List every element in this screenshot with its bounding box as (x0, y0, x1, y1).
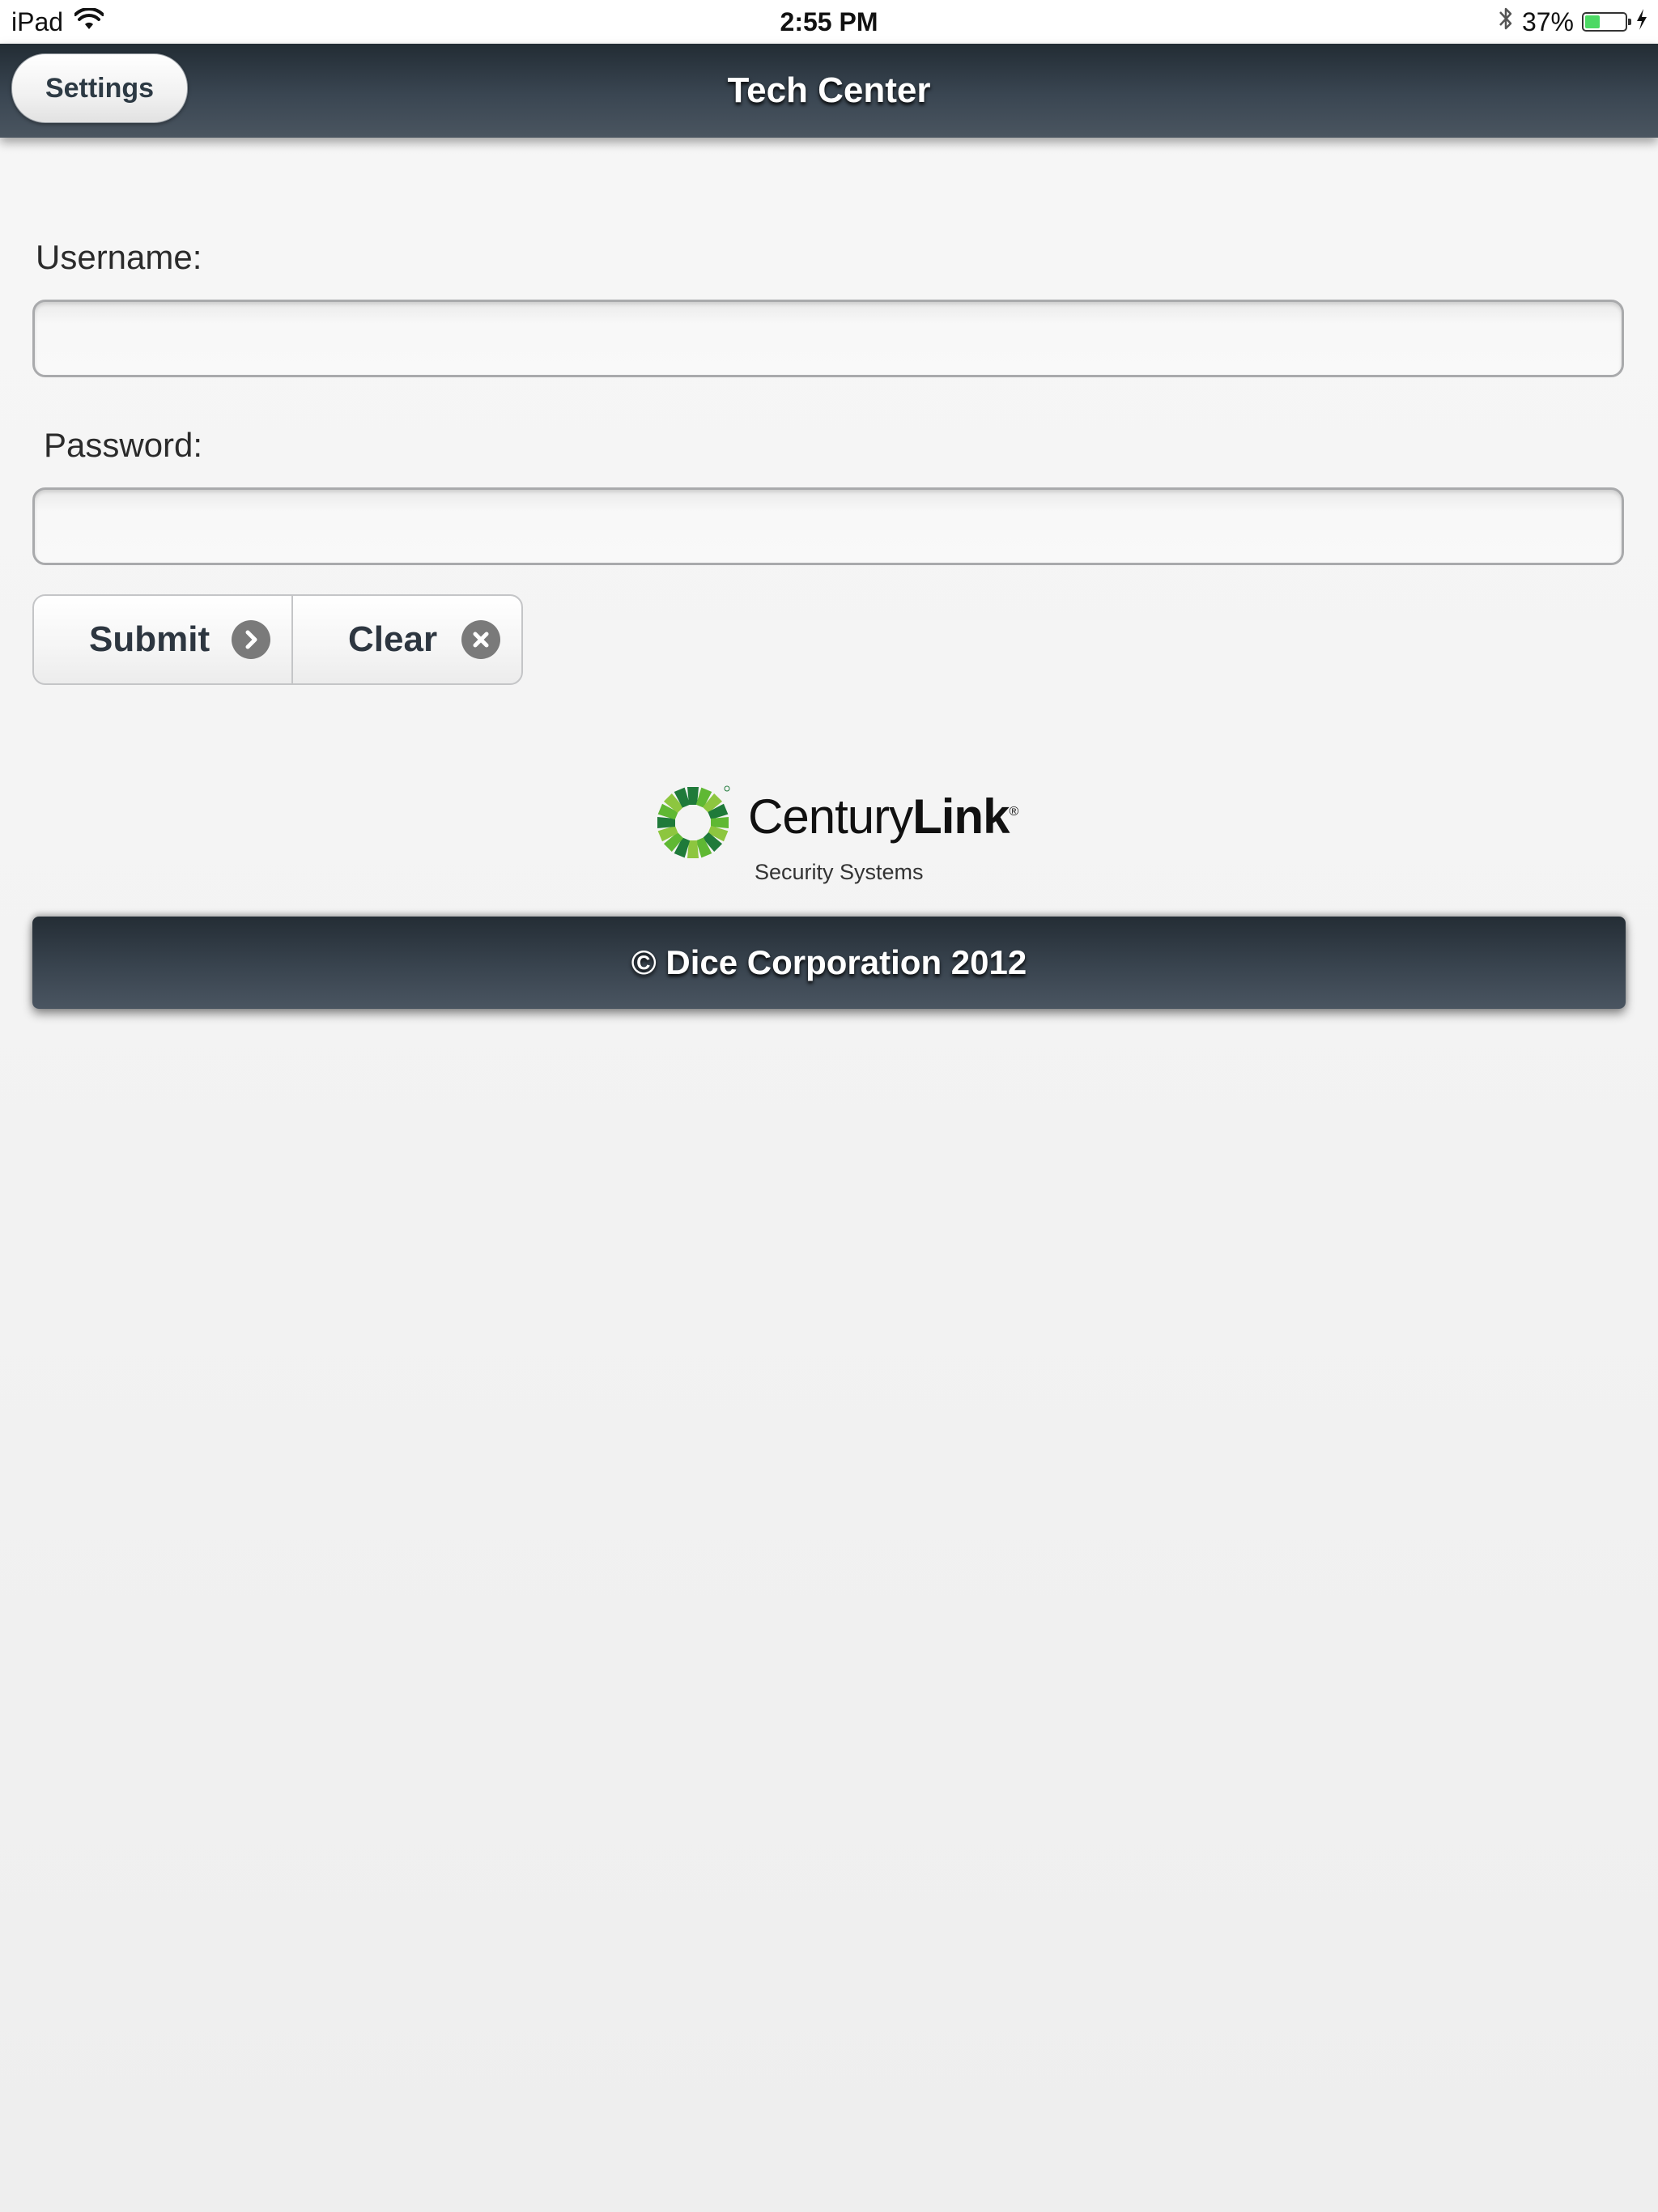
centurylink-logo: CenturyLink® Security Systems (656, 781, 1020, 889)
page-title: Tech Center (727, 70, 931, 110)
logo-subtitle: Security Systems (755, 860, 924, 884)
password-field[interactable] (32, 487, 1624, 565)
starburst-logo-icon (657, 785, 730, 858)
footer-copyright: © Dice Corporation 2012 (631, 943, 1027, 981)
status-bar: iPad 2:55 PM 37% (0, 0, 1658, 44)
username-field[interactable] (32, 300, 1624, 377)
form-button-group: Submit Clear (32, 594, 523, 685)
clear-label: Clear (348, 619, 438, 659)
username-label: Username: (36, 238, 202, 276)
bluetooth-icon (1498, 5, 1514, 39)
submit-label: Submit (89, 619, 210, 659)
battery-level (1585, 15, 1600, 28)
battery-percent: 37% (1521, 6, 1574, 36)
password-label: Password: (44, 426, 203, 464)
logo-name-regular: Century (748, 789, 913, 844)
footer-bar: © Dice Corporation 2012 (32, 917, 1626, 1009)
header-toolbar: Tech Center Settings (0, 44, 1658, 138)
x-circle-icon (461, 620, 500, 659)
battery-icon (1582, 12, 1631, 32)
submit-button[interactable]: Submit (34, 596, 293, 683)
charging-bolt-icon (1635, 7, 1648, 37)
logo-name-bold: Link (912, 789, 1010, 844)
status-time: 2:55 PM (780, 6, 878, 36)
logo-wordmark: CenturyLink® (748, 789, 1018, 844)
clear-button[interactable]: Clear (293, 596, 521, 683)
settings-button[interactable]: Settings (11, 53, 188, 123)
chevron-right-circle-icon (232, 620, 270, 659)
status-right: 37% (1498, 0, 1648, 44)
logo-registered-mark: ® (1009, 805, 1018, 819)
